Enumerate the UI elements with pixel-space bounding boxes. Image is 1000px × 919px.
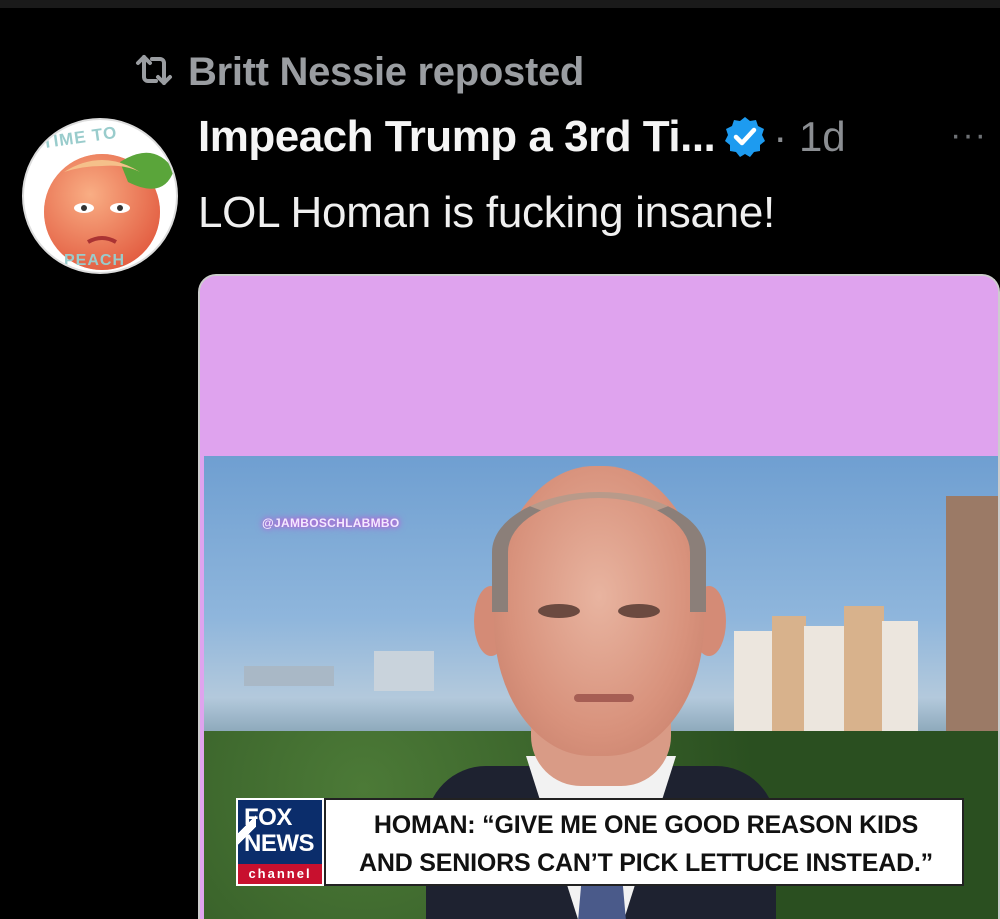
repost-indicator[interactable]: Britt Nessie reposted <box>132 50 584 95</box>
verified-badge-icon <box>725 117 766 157</box>
avatar-text-bottom: PEACH <box>64 252 126 269</box>
video-watermark: @JAMBOSCHLABMBO <box>262 516 400 530</box>
chyron-line-2: AND SENIORS CAN’T PICK LETTUCE INSTEAD.” <box>359 849 933 877</box>
fox-news-logo: FOX NEWS channel <box>236 798 324 886</box>
logo-line-1: FOX <box>244 804 292 831</box>
repost-icon <box>132 53 176 92</box>
tweet-header: Impeach Trump a 3rd Ti... · 1d <box>198 112 846 162</box>
logo-line-3: channel <box>238 864 322 884</box>
chyron-headline: HOMAN: “GIVE ME ONE GOOD REASON KIDS AND… <box>324 798 964 886</box>
tweet-text: LOL Homan is fucking insane! <box>198 188 775 237</box>
post-time[interactable]: · 1d <box>773 113 845 161</box>
author-name[interactable]: Impeach Trump a 3rd Ti... <box>198 112 716 162</box>
news-chyron: FOX NEWS channel HOMAN: “GIVE ME ONE GOO… <box>236 798 964 886</box>
logo-line-2: NEWS <box>244 830 315 857</box>
tweet-media[interactable]: @JAMBOSCHLABMBO FOX NEWS channel HOMAN: … <box>198 274 1000 919</box>
avatar[interactable]: TIME TO PEACH <box>22 118 178 274</box>
media-padding <box>200 276 998 452</box>
video-frame[interactable]: @JAMBOSCHLABMBO FOX NEWS channel HOMAN: … <box>204 456 998 919</box>
more-options-icon[interactable]: ··· <box>950 116 987 155</box>
repost-label: Britt Nessie reposted <box>188 50 585 94</box>
top-edge <box>0 0 1000 8</box>
chyron-line-1: HOMAN: “GIVE ME ONE GOOD REASON KIDS <box>373 811 919 839</box>
